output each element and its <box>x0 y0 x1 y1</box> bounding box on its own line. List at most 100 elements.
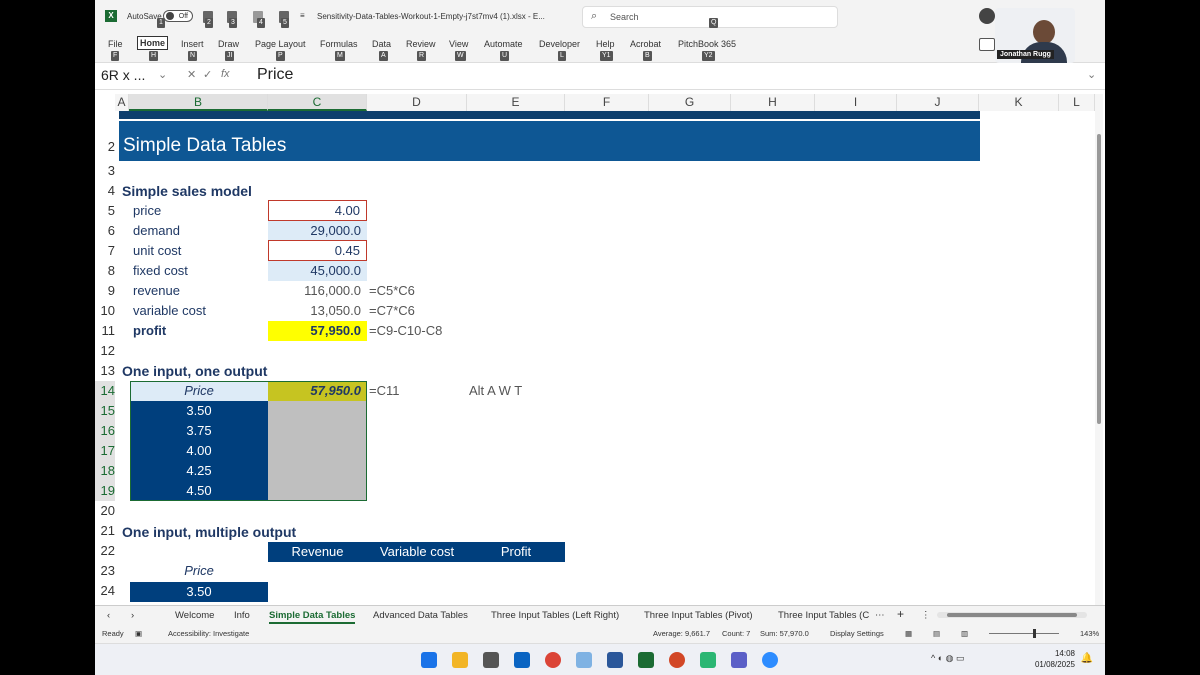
scroll-thumb[interactable] <box>1097 134 1101 424</box>
h-scroll-thumb[interactable] <box>947 613 1077 617</box>
row-header-5[interactable]: 5 <box>95 201 115 221</box>
cell-profit[interactable]: 57,950.0 <box>268 321 367 341</box>
row-header-12[interactable]: 12 <box>95 341 115 361</box>
comments-icon[interactable] <box>979 38 995 51</box>
add-sheet-button[interactable]: + <box>897 607 904 621</box>
tab-scroll-right-icon[interactable]: › <box>131 610 134 621</box>
accessibility-status[interactable]: Accessibility: Investigate <box>168 629 249 638</box>
tab-file[interactable]: File <box>108 39 123 49</box>
more-tabs-icon[interactable]: ⋯ <box>875 610 885 621</box>
row-header-7[interactable]: 7 <box>95 241 115 261</box>
tab-draw[interactable]: Draw <box>218 39 239 49</box>
zoom-slider[interactable] <box>989 629 1059 638</box>
start-icon[interactable] <box>421 652 437 668</box>
cell-revenue[interactable]: 116,000.0 <box>268 281 367 301</box>
account-avatar[interactable] <box>979 8 995 24</box>
sheet-tab-welcome[interactable]: Welcome <box>175 610 214 621</box>
horizontal-scrollbar[interactable] <box>937 612 1087 618</box>
col-header-L[interactable]: L <box>1059 94 1095 111</box>
tab-automate[interactable]: Automate <box>484 39 523 49</box>
col-header-C[interactable]: C <box>268 94 367 111</box>
col-header-D[interactable]: D <box>367 94 467 111</box>
autosave-toggle[interactable]: Off <box>163 10 193 22</box>
app-icon[interactable] <box>576 652 592 668</box>
row-header-4[interactable]: 4 <box>95 181 115 201</box>
cell-fixed-cost[interactable]: 45,000.0 <box>268 261 367 281</box>
col-header-J[interactable]: J <box>897 94 979 111</box>
col-header-I[interactable]: I <box>815 94 897 111</box>
col-header-B[interactable]: B <box>129 94 268 111</box>
tab-help[interactable]: Help <box>596 39 615 49</box>
sheet-tab-info[interactable]: Info <box>234 610 250 621</box>
col-header-G[interactable]: G <box>649 94 731 111</box>
tab-pitchbook[interactable]: PitchBook 365 <box>678 39 736 49</box>
row-header-19[interactable]: 19 <box>95 481 115 501</box>
row-header-16[interactable]: 16 <box>95 421 115 441</box>
cell-price[interactable]: 4.00 <box>268 200 367 221</box>
notifications-icon[interactable]: 🔔 <box>1081 653 1093 664</box>
chrome-icon[interactable] <box>545 652 561 668</box>
row-header-6[interactable]: 6 <box>95 221 115 241</box>
tab-data[interactable]: Data <box>372 39 391 49</box>
row-header-9[interactable]: 9 <box>95 281 115 301</box>
vertical-scrollbar[interactable] <box>1095 94 1103 605</box>
zoom-level[interactable]: 143% <box>1080 629 1099 638</box>
tab-acrobat[interactable]: Acrobat <box>630 39 661 49</box>
tab-page-layout[interactable]: Page Layout <box>255 39 306 49</box>
sheet-tab-three-left-right[interactable]: Three Input Tables (Left Right) <box>491 610 619 621</box>
col-header-A[interactable]: A <box>115 94 129 111</box>
row-header-20[interactable]: 20 <box>95 501 115 521</box>
row-header-3[interactable]: 3 <box>95 161 115 181</box>
excel-icon[interactable] <box>638 652 654 668</box>
media-icon[interactable] <box>700 652 716 668</box>
macro-record-icon[interactable]: ▣ <box>135 629 142 638</box>
table2-header-revenue[interactable]: Revenue <box>268 542 367 562</box>
page-break-view-icon[interactable]: ▥ <box>961 629 968 638</box>
powerpoint-icon[interactable] <box>669 652 685 668</box>
row-header-8[interactable]: 8 <box>95 261 115 281</box>
row-header-10[interactable]: 10 <box>95 301 115 321</box>
tab-review[interactable]: Review <box>406 39 436 49</box>
col-header-F[interactable]: F <box>565 94 649 111</box>
options-icon[interactable]: ⋮ <box>921 610 931 621</box>
row-header-11[interactable]: 11 <box>95 321 116 341</box>
word-icon[interactable] <box>607 652 623 668</box>
sheet-tab-three-pivot[interactable]: Three Input Tables (Pivot) <box>644 610 753 621</box>
file-explorer-icon[interactable] <box>452 652 468 668</box>
table2-price-1[interactable]: 3.50 <box>130 582 268 602</box>
tab-scroll-left-icon[interactable]: ‹ <box>107 610 110 621</box>
customize-qat-icon[interactable]: ≡ <box>300 11 305 20</box>
row-header-23[interactable]: 23 <box>95 561 115 581</box>
col-header-H[interactable]: H <box>731 94 815 111</box>
sheet-tab-three-c[interactable]: Three Input Tables (C <box>778 610 869 621</box>
formula-input[interactable]: Price <box>257 66 293 84</box>
row-header-21[interactable]: 21 <box>95 521 115 541</box>
page-layout-view-icon[interactable]: ▤ <box>933 629 940 638</box>
cell-unit-cost[interactable]: 0.45 <box>268 240 367 261</box>
cell-variable-cost[interactable]: 13,050.0 <box>268 301 367 321</box>
row-header-17[interactable]: 17 <box>95 441 115 461</box>
cancel-icon[interactable]: ✕ <box>187 68 196 81</box>
col-header-K[interactable]: K <box>979 94 1059 111</box>
expand-formula-icon[interactable]: ⌄ <box>1087 68 1096 81</box>
system-clock[interactable]: 14:08 01/08/2025 <box>1035 648 1075 670</box>
zoom-app-icon[interactable] <box>762 652 778 668</box>
teams-icon[interactable] <box>731 652 747 668</box>
normal-view-icon[interactable]: ▦ <box>905 629 912 638</box>
outlook-icon[interactable] <box>514 652 530 668</box>
table2-header-variable-cost[interactable]: Variable cost <box>367 542 467 562</box>
tab-view[interactable]: View <box>449 39 468 49</box>
tray-icons[interactable]: ^ ◐ ◍ ▭ <box>931 653 965 664</box>
row-header-2[interactable]: 2 <box>95 137 115 157</box>
row-header-24[interactable]: 24 <box>95 581 115 601</box>
sheet-tab-advanced[interactable]: Advanced Data Tables <box>373 610 468 621</box>
sheet-tab-simple-data-tables[interactable]: Simple Data Tables <box>269 610 356 624</box>
tab-formulas[interactable]: Formulas <box>320 39 358 49</box>
tab-insert[interactable]: Insert <box>181 39 204 49</box>
col-header-E[interactable]: E <box>467 94 565 111</box>
display-settings[interactable]: Display Settings <box>830 629 884 638</box>
tab-home[interactable]: Home <box>137 36 169 50</box>
row-header-15[interactable]: 15 <box>95 401 115 421</box>
zoom-slider-thumb[interactable] <box>1033 629 1036 638</box>
name-box[interactable]: 6R x ... <box>101 67 145 83</box>
